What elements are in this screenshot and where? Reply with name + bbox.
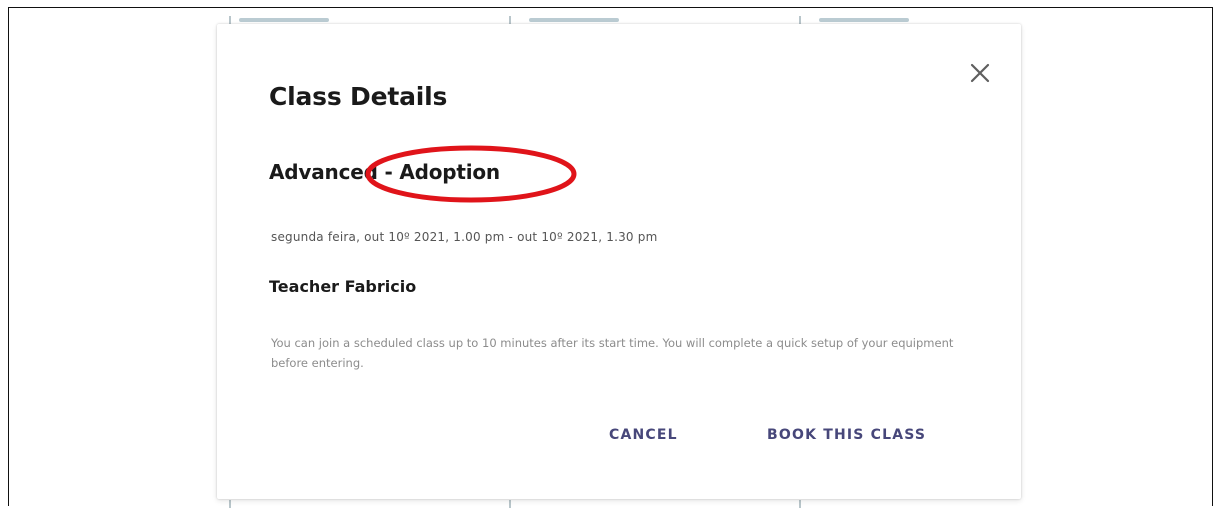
- background-tick: [799, 500, 801, 508]
- background-tick: [229, 16, 231, 24]
- class-name: Advanced - Adoption: [269, 160, 500, 184]
- background-tick: [799, 16, 801, 24]
- background-tick: [229, 500, 231, 508]
- background-calendar-row-bottom: [229, 500, 949, 514]
- background-fragment: [819, 18, 909, 22]
- background-tick: [509, 16, 511, 24]
- class-datetime: segunda feira, out 10º 2021, 1.00 pm - o…: [271, 230, 658, 244]
- teacher-name: Teacher Fabricio: [269, 277, 417, 296]
- class-details-dialog: Class Details Advanced - Adoption segund…: [217, 24, 1021, 499]
- cancel-button[interactable]: CANCEL: [609, 427, 678, 443]
- close-button[interactable]: [965, 58, 995, 88]
- background-fragment: [529, 18, 619, 22]
- join-note: You can join a scheduled class up to 10 …: [271, 336, 954, 370]
- background-tick: [509, 500, 511, 508]
- book-class-button[interactable]: BOOK THIS CLASS: [767, 427, 926, 443]
- close-icon[interactable]: [965, 58, 995, 88]
- dialog-actions: CANCEL BOOK THIS CLASS: [609, 427, 989, 451]
- dialog-title: Class Details: [269, 82, 448, 111]
- background-fragment: [239, 18, 329, 22]
